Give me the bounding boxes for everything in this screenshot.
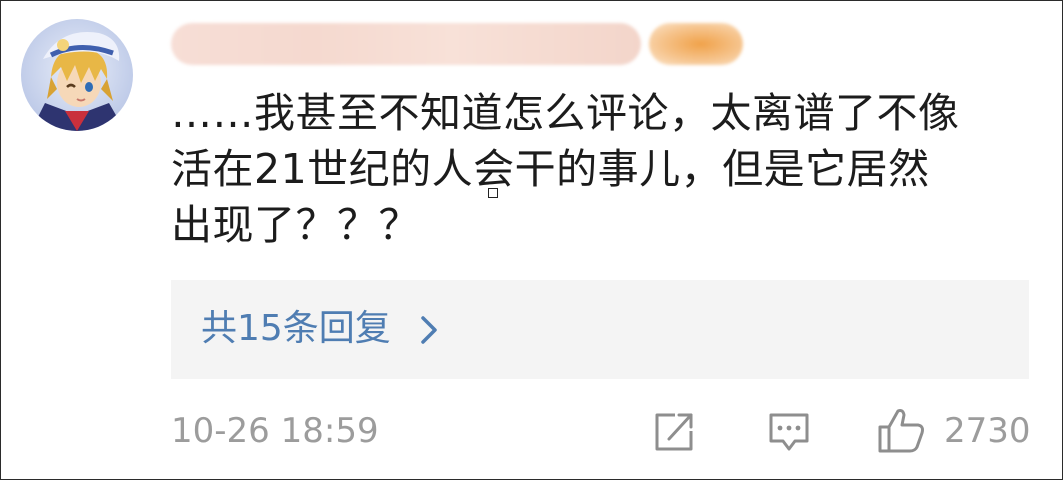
like-button[interactable]: 2730 <box>876 405 1031 457</box>
reply-button[interactable] <box>765 405 813 457</box>
comment-text: ……我甚至不知道怎么评论，太离谱了不像 活在21世纪的人会干的事儿，但是它居然 … <box>171 89 960 249</box>
chevron-right-icon <box>421 316 437 344</box>
share-button[interactable] <box>651 405 699 457</box>
thumbs-up-icon <box>878 409 924 453</box>
comment-card: ……我甚至不知道怎么评论，太离谱了不像 活在21世纪的人会干的事儿，但是它居然 … <box>0 0 1063 480</box>
comment-timestamp: 10-26 18:59 <box>171 411 379 451</box>
vip-badge-icon <box>649 23 743 65</box>
replies-link[interactable]: 共15条回复 <box>201 306 391 352</box>
like-count: 2730 <box>944 411 1031 451</box>
share-icon <box>655 413 693 451</box>
comment-icon <box>769 413 809 451</box>
avatar[interactable] <box>21 19 133 131</box>
author-name-redacted[interactable] <box>171 23 743 65</box>
avatar-image <box>21 19 133 131</box>
replies-panel[interactable]: 共15条回复 <box>171 280 1029 379</box>
text-cursor <box>488 188 498 198</box>
